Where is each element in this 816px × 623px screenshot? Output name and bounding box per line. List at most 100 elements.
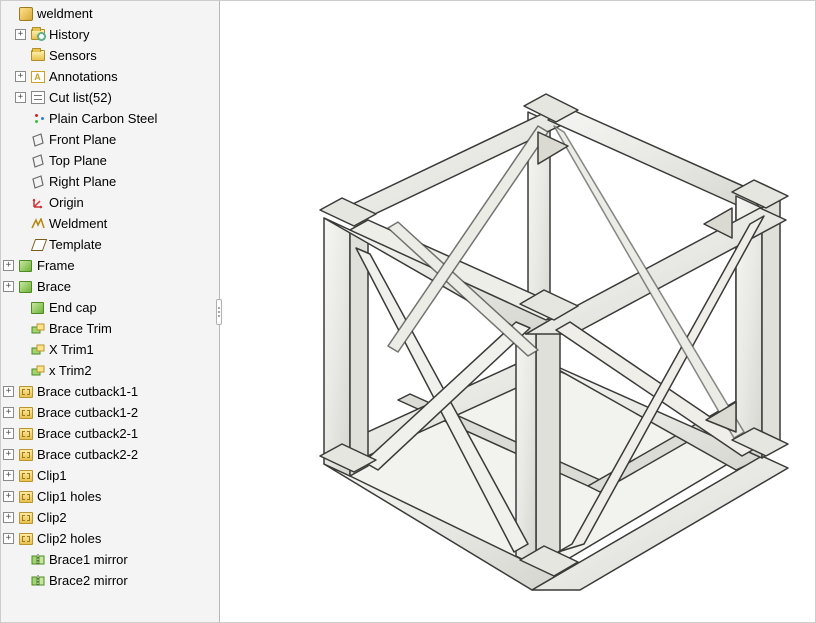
tree-item-label: Right Plane <box>49 174 116 189</box>
tree-root-label: weldment <box>37 6 93 21</box>
weldment-model <box>238 32 798 592</box>
cutlist-icon <box>29 90 46 106</box>
tree-item[interactable]: Brace Trim <box>1 318 219 339</box>
expand-toggle <box>3 8 14 19</box>
tree-item-label: Brace Trim <box>49 321 112 336</box>
body-icon <box>17 258 34 274</box>
expand-toggle[interactable]: + <box>3 260 14 271</box>
feat-icon <box>17 510 34 526</box>
expand-toggle <box>15 218 26 229</box>
tree-item-label: End cap <box>49 300 97 315</box>
feat-icon <box>17 447 34 463</box>
tree-item[interactable]: X Trim1 <box>1 339 219 360</box>
tree-item[interactable]: + Clip2 <box>1 507 219 528</box>
tree-item-label: Weldment <box>49 216 107 231</box>
tree-item[interactable]: + Clip1 holes <box>1 486 219 507</box>
tree-item[interactable]: Origin <box>1 192 219 213</box>
trim-icon <box>29 363 46 379</box>
tree-item-label: X Trim1 <box>49 342 94 357</box>
tree-item-label: Clip1 holes <box>37 489 101 504</box>
sketch-icon <box>29 237 46 253</box>
tree-item[interactable]: x Trim2 <box>1 360 219 381</box>
feature-manager-tree[interactable]: weldment +HistorySensors+AAnnotations+Cu… <box>1 1 220 622</box>
tree-item[interactable]: + Brace cutback2-2 <box>1 444 219 465</box>
tree-item[interactable]: Weldment <box>1 213 219 234</box>
expand-toggle[interactable]: + <box>3 449 14 460</box>
body-icon <box>29 300 46 316</box>
tree-item[interactable]: + Clip1 <box>1 465 219 486</box>
tree-item[interactable]: +Brace <box>1 276 219 297</box>
tree-item[interactable]: Right Plane <box>1 171 219 192</box>
tree-item[interactable]: Template <box>1 234 219 255</box>
folder-icon <box>29 48 46 64</box>
material-icon <box>29 111 46 127</box>
tree-item-label: Brace1 mirror <box>49 552 128 567</box>
tree-item-label: Clip2 holes <box>37 531 101 546</box>
tree-item[interactable]: +AAnnotations <box>1 66 219 87</box>
tree-item-label: Top Plane <box>49 153 107 168</box>
tree-item-label: x Trim2 <box>49 363 92 378</box>
trim-icon <box>29 321 46 337</box>
tree-item-label: Brace cutback1-2 <box>37 405 138 420</box>
expand-toggle[interactable]: + <box>3 491 14 502</box>
expand-toggle[interactable]: + <box>3 281 14 292</box>
feat-icon <box>17 468 34 484</box>
tree-item-label: Annotations <box>49 69 118 84</box>
tree-item[interactable]: +Frame <box>1 255 219 276</box>
expand-toggle[interactable]: + <box>15 71 26 82</box>
tree-item[interactable]: Brace2 mirror <box>1 570 219 591</box>
expand-toggle <box>15 155 26 166</box>
tree-item[interactable]: Sensors <box>1 45 219 66</box>
tree-item[interactable]: Plain Carbon Steel <box>1 108 219 129</box>
plane-icon <box>29 153 46 169</box>
expand-toggle[interactable]: + <box>3 533 14 544</box>
tree-item-label: History <box>49 27 89 42</box>
tree-item[interactable]: End cap <box>1 297 219 318</box>
expand-toggle <box>15 302 26 313</box>
tree-item-label: Sensors <box>49 48 97 63</box>
expand-toggle[interactable]: + <box>15 29 26 40</box>
tree-item-label: Clip1 <box>37 468 67 483</box>
plane-icon <box>29 174 46 190</box>
expand-toggle[interactable]: + <box>3 386 14 397</box>
expand-toggle[interactable]: + <box>3 512 14 523</box>
anno-icon: A <box>29 69 46 85</box>
expand-toggle <box>15 113 26 124</box>
feat-icon <box>17 531 34 547</box>
trim-icon <box>29 342 46 358</box>
tree-item-label: Brace cutback2-1 <box>37 426 138 441</box>
feat-icon <box>17 489 34 505</box>
feat-icon <box>17 384 34 400</box>
tree-item[interactable]: Top Plane <box>1 150 219 171</box>
tree-item[interactable]: + Clip2 holes <box>1 528 219 549</box>
panel-splitter[interactable] <box>216 299 222 325</box>
expand-toggle <box>15 344 26 355</box>
tree-item[interactable]: +Brace cutback1-1 <box>1 381 219 402</box>
tree-item-label: Brace2 mirror <box>49 573 128 588</box>
feat-icon <box>17 426 34 442</box>
part-icon <box>17 6 34 22</box>
tree-item[interactable]: Front Plane <box>1 129 219 150</box>
expand-toggle <box>15 554 26 565</box>
tree-item-label: Clip2 <box>37 510 67 525</box>
mirror-icon <box>29 552 46 568</box>
tree-root[interactable]: weldment <box>1 3 219 24</box>
tree-item[interactable]: Brace1 mirror <box>1 549 219 570</box>
expand-toggle <box>15 50 26 61</box>
body-icon <box>17 279 34 295</box>
graphics-viewport[interactable] <box>220 1 815 622</box>
expand-toggle <box>15 197 26 208</box>
feat-icon <box>17 405 34 421</box>
tree-item[interactable]: + History <box>1 24 219 45</box>
expand-toggle[interactable]: + <box>3 407 14 418</box>
expand-toggle[interactable]: + <box>3 470 14 481</box>
expand-toggle <box>15 575 26 586</box>
tree-item[interactable]: + Brace cutback1-2 <box>1 402 219 423</box>
tree-item-label: Brace cutback2-2 <box>37 447 138 462</box>
plane-icon <box>29 132 46 148</box>
expand-toggle[interactable]: + <box>15 92 26 103</box>
expand-toggle <box>15 323 26 334</box>
expand-toggle[interactable]: + <box>3 428 14 439</box>
tree-item[interactable]: +Cut list(52) <box>1 87 219 108</box>
tree-item[interactable]: + Brace cutback2-1 <box>1 423 219 444</box>
